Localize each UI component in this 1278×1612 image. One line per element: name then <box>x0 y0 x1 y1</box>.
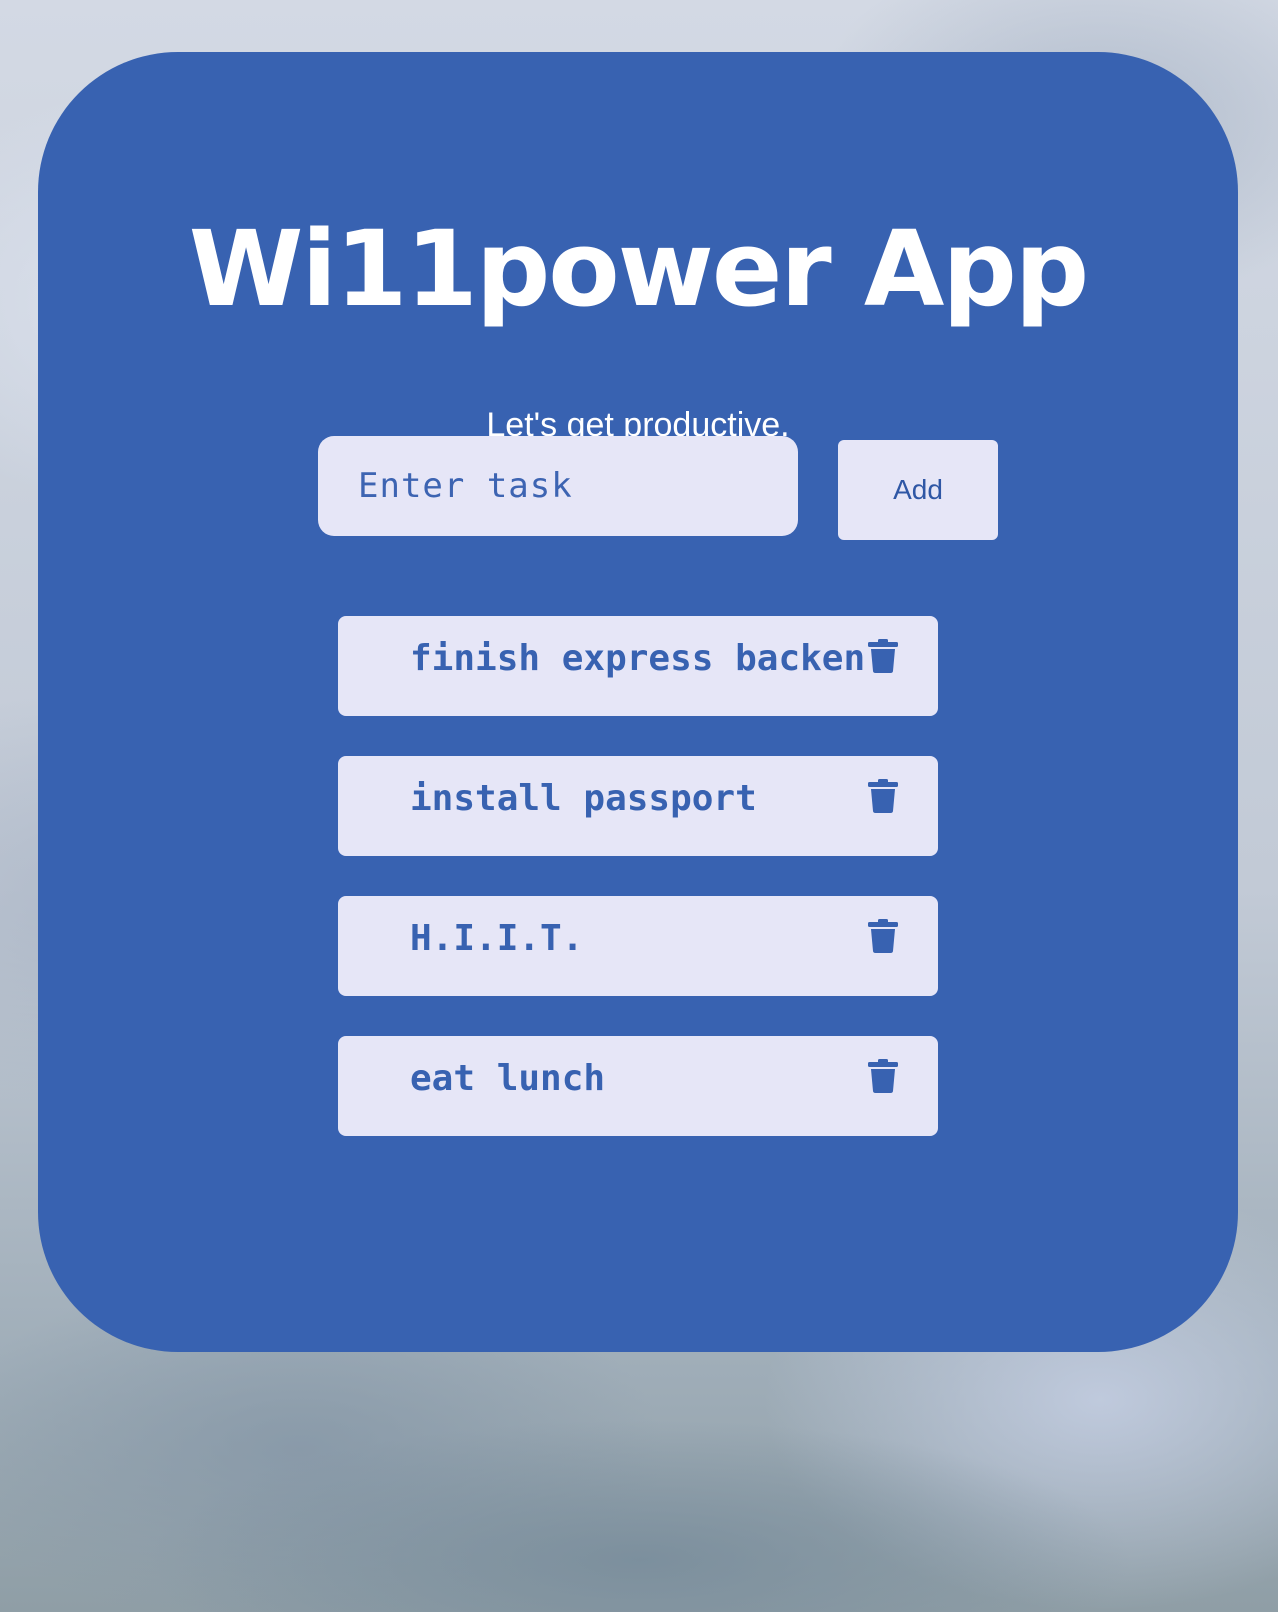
trash-icon <box>868 919 898 953</box>
trash-icon <box>868 1059 898 1093</box>
task-item: eat lunch <box>338 1036 938 1136</box>
task-text: install passport <box>410 778 757 819</box>
delete-task-button[interactable] <box>868 776 904 816</box>
task-text: eat lunch <box>410 1058 606 1099</box>
task-input[interactable] <box>318 436 798 536</box>
task-text: finish express backen <box>410 638 866 679</box>
trash-icon <box>868 779 898 813</box>
app-title: Wi11power App <box>188 208 1089 330</box>
trash-icon <box>868 639 898 673</box>
task-item: finish express backen <box>338 616 938 716</box>
delete-task-button[interactable] <box>868 1056 904 1096</box>
delete-task-button[interactable] <box>868 636 904 676</box>
add-task-button[interactable]: Add <box>838 440 998 540</box>
delete-task-button[interactable] <box>868 916 904 956</box>
task-item: install passport <box>338 756 938 856</box>
task-text: H.I.I.T. <box>410 918 584 959</box>
task-item: H.I.I.T. <box>338 896 938 996</box>
task-list: finish express backen install passport H… <box>338 616 938 1176</box>
